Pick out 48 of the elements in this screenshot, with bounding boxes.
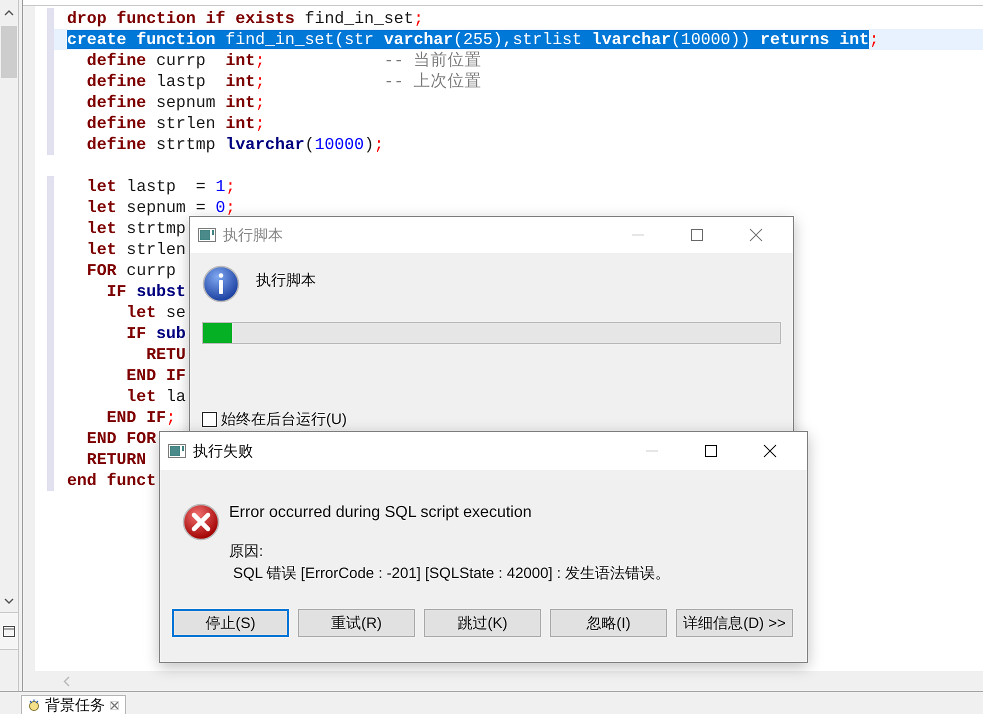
- code-line: END IF: [125, 365, 186, 386]
- code-line: IF subst: [106, 281, 186, 302]
- code-line: let strlen: [86, 239, 186, 260]
- error-message: Error occurred during SQL script execution: [229, 503, 533, 523]
- code-line: let lastp = 1;: [86, 176, 236, 197]
- error-detail: SQL 错误 [ErrorCode : -201] [SQLState : 42000] : 发生语法错误。: [232, 564, 670, 583]
- window-icon: [198, 228, 216, 242]
- tab-label: 背景任务: [45, 696, 105, 714]
- code-line: end funct: [67, 470, 156, 491]
- code-line: drop function if exists find_in_set;: [67, 8, 424, 29]
- restore-icon[interactable]: [3, 626, 15, 636]
- info-icon: [202, 265, 240, 303]
- code-line: define currp int; -- 当前位置: [86, 50, 482, 71]
- code-line: define sepnum int;: [86, 92, 266, 113]
- code-line: let sepnum = 0;: [86, 197, 236, 218]
- dialog-button[interactable]: 详细信息(D) >>: [676, 609, 793, 637]
- checkbox-label[interactable]: 始终在后台运行(U): [221, 410, 347, 429]
- code-line: FOR currp: [86, 260, 176, 281]
- maximize-icon[interactable]: [704, 444, 718, 458]
- dialog-message: 执行脚本: [256, 271, 316, 290]
- code-line: END IF;: [106, 407, 176, 428]
- scrollbar-thumb[interactable]: [1, 26, 17, 78]
- window-title: 执行脚本: [223, 226, 283, 244]
- code-line: create function find_in_set(str varchar(255),strlist lvarchar(10000)) returns int;: [67, 29, 879, 50]
- dialog-button[interactable]: 跳过(K): [424, 609, 541, 637]
- error-icon: [182, 503, 220, 541]
- code-line: define lastp int; -- 上次位置: [86, 71, 482, 92]
- window-icon: [168, 444, 186, 458]
- code-line: define strtmp lvarchar(10000);: [86, 134, 384, 155]
- chevron-down-icon[interactable]: [4, 598, 14, 604]
- code-line: END FOR: [86, 428, 156, 449]
- code-line: let strtmp: [86, 218, 186, 239]
- dialog-button[interactable]: 忽略(I): [550, 609, 667, 637]
- window-title: 执行失败: [193, 442, 253, 460]
- chevron-up-icon[interactable]: [4, 10, 14, 16]
- task-icon: [28, 699, 40, 711]
- checkbox[interactable]: [202, 412, 217, 427]
- view-tab[interactable]: 背景任务: [21, 695, 126, 714]
- code-line: let la: [125, 386, 186, 407]
- code-line: let se: [125, 302, 186, 323]
- code-line: RETU: [145, 344, 186, 365]
- reason-label: 原因:: [229, 542, 264, 561]
- code-line: define strlen int;: [86, 113, 266, 134]
- code-line: RETURN: [86, 449, 146, 470]
- code-line: IF sub: [125, 323, 186, 344]
- close-icon[interactable]: [763, 444, 777, 458]
- dialog-button[interactable]: 重试(R): [298, 609, 415, 637]
- dialog-button[interactable]: 停止(S): [172, 609, 289, 637]
